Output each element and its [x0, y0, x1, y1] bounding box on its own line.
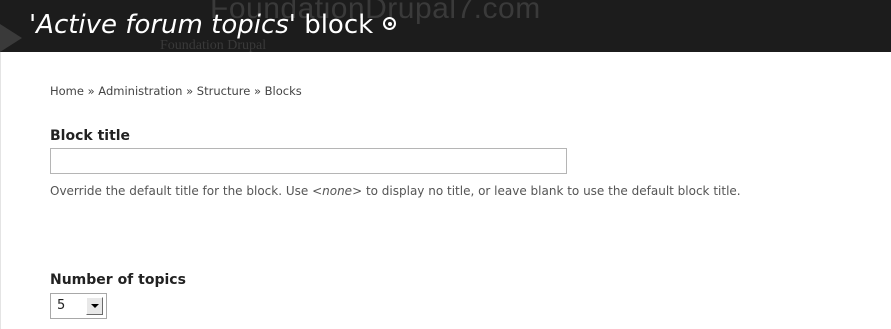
page: FoundationDrupal7.com Foundation Drupal … [0, 0, 891, 329]
description-code: <none> [312, 184, 363, 198]
page-header: FoundationDrupal7.com Foundation Drupal … [0, 0, 891, 52]
page-title-italic: Active forum topics [36, 10, 289, 40]
block-title-label: Block title [50, 128, 131, 144]
select-dropdown-button[interactable] [86, 297, 103, 315]
block-title-input[interactable] [50, 148, 567, 174]
circle-dot-icon[interactable] [383, 17, 397, 30]
number-of-topics-label: Number of topics [50, 272, 186, 288]
number-of-topics-select[interactable]: 5 [50, 293, 107, 319]
watermark-subtext: Foundation Drupal [160, 38, 267, 52]
description-prefix: Override the default title for the block… [50, 184, 313, 198]
description-suffix: to display no title, or leave blank to u… [362, 184, 741, 198]
chevron-down-icon [91, 304, 99, 308]
page-title-rest: ' block [288, 10, 374, 40]
breadcrumb[interactable]: Home » Administration » Structure » Bloc… [50, 84, 302, 98]
page-title: 'Active forum topics' block [29, 10, 397, 40]
header-corner-decoration [0, 24, 22, 52]
number-of-topics-value: 5 [57, 298, 66, 313]
block-title-description: Override the default title for the block… [50, 183, 880, 200]
